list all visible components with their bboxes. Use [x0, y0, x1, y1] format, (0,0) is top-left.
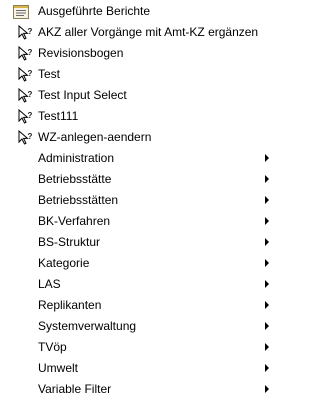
menu-item-akz-aller-vorgaenge[interactable]: ? AKZ aller Vorgänge mit Amt-KZ ergänzen	[0, 22, 275, 43]
submenu-label: Betriebsstätte	[38, 172, 112, 186]
svg-text:?: ?	[28, 132, 33, 141]
submenu-label: Administration	[38, 151, 115, 165]
menu-item-label: Revisionsbogen	[38, 46, 124, 60]
submenu-label: BS-Struktur	[38, 235, 101, 249]
menu-item-revisionsbogen[interactable]: ? Revisionsbogen	[0, 43, 275, 64]
query-cursor-icon: ?	[18, 130, 34, 146]
menu-item-test-input-select[interactable]: ? Test Input Select	[0, 85, 275, 106]
submenu-label: TVöp	[38, 340, 67, 354]
submenu-label: Replikanten	[38, 298, 102, 312]
query-cursor-icon: ?	[18, 46, 34, 62]
submenu-arrow-icon	[265, 196, 269, 204]
submenu-arrow-icon	[265, 175, 269, 183]
submenu-label: Variable Filter	[38, 382, 112, 396]
menu-item-test[interactable]: ? Test	[0, 64, 275, 85]
submenu-label: BK-Verfahren	[38, 214, 111, 228]
svg-text:?: ?	[28, 90, 33, 99]
menu-item-ausgefuehrte-berichte[interactable]: Ausgeführte Berichte	[0, 1, 275, 22]
submenu-label: Systemverwaltung	[38, 319, 137, 333]
submenu-las[interactable]: LAS	[0, 274, 275, 295]
submenu-bk-verfahren[interactable]: BK-Verfahren	[0, 211, 275, 232]
menu-item-label: Ausgeführte Berichte	[38, 4, 151, 18]
submenu-arrow-icon	[265, 343, 269, 351]
svg-text:?: ?	[28, 27, 33, 36]
report-list-icon	[13, 4, 29, 20]
svg-text:?: ?	[28, 111, 33, 120]
submenu-label: Betriebsstätten	[38, 193, 119, 207]
submenu-betriebsstaetten[interactable]: Betriebsstätten	[0, 190, 275, 211]
menu-item-test111[interactable]: ? Test111	[0, 106, 275, 127]
submenu-replikanten[interactable]: Replikanten	[0, 295, 275, 316]
submenu-systemverwaltung[interactable]: Systemverwaltung	[0, 316, 275, 337]
submenu-label: Umwelt	[38, 361, 79, 375]
submenu-label: Kategorie	[38, 256, 90, 270]
submenu-kategorie[interactable]: Kategorie	[0, 253, 275, 274]
submenu-arrow-icon	[265, 280, 269, 288]
submenu-umwelt[interactable]: Umwelt	[0, 358, 275, 379]
menu-item-label: AKZ aller Vorgänge mit Amt-KZ ergänzen	[38, 25, 259, 39]
submenu-arrow-icon	[265, 238, 269, 246]
submenu-variable-filter[interactable]: Variable Filter	[0, 379, 275, 400]
svg-text:?: ?	[28, 69, 33, 78]
menu-item-wz-anlegen-aendern[interactable]: ? WZ-anlegen-aendern	[0, 127, 275, 148]
submenu-betriebsstaette[interactable]: Betriebsstätte	[0, 169, 275, 190]
submenu-bs-struktur[interactable]: BS-Struktur	[0, 232, 275, 253]
menu-item-label: Test Input Select	[38, 88, 127, 102]
submenu-arrow-icon	[265, 385, 269, 393]
query-cursor-icon: ?	[18, 67, 34, 83]
submenu-arrow-icon	[265, 154, 269, 162]
svg-text:?: ?	[28, 48, 33, 57]
submenu-arrow-icon	[265, 301, 269, 309]
submenu-arrow-icon	[265, 217, 269, 225]
reports-menu: Ausgeführte Berichte ? AKZ aller Vorgäng…	[0, 0, 275, 400]
submenu-arrow-icon	[265, 259, 269, 267]
query-cursor-icon: ?	[18, 88, 34, 104]
query-cursor-icon: ?	[18, 25, 34, 41]
query-cursor-icon: ?	[18, 109, 34, 125]
menu-item-label: Test	[38, 67, 61, 81]
submenu-label: LAS	[38, 277, 61, 291]
submenu-arrow-icon	[265, 364, 269, 372]
menu-item-label: WZ-anlegen-aendern	[38, 130, 152, 144]
submenu-administration[interactable]: Administration	[0, 148, 275, 169]
menu-item-label: Test111	[38, 109, 79, 123]
submenu-arrow-icon	[265, 322, 269, 330]
submenu-tvoep[interactable]: TVöp	[0, 337, 275, 358]
